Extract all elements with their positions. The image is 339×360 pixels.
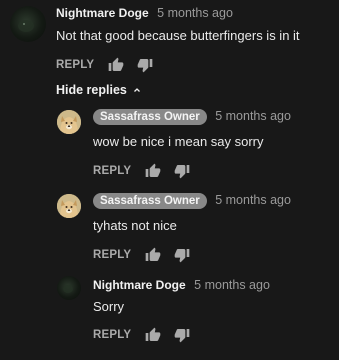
doge-avatar[interactable] <box>57 194 81 218</box>
comment-actions: REPLY <box>93 247 190 263</box>
avatar-image <box>57 194 81 218</box>
thumbs-up-icon[interactable] <box>108 57 124 73</box>
reply-comment: Sassafrass Owner 5 months ago wow be nic… <box>0 108 339 188</box>
reply-button[interactable]: REPLY <box>93 165 131 177</box>
comment-text: tyhats not nice <box>93 218 177 233</box>
author-name[interactable]: Nightmare Doge <box>56 6 149 20</box>
comment-text: Sorry <box>93 299 125 314</box>
reply-button[interactable]: REPLY <box>93 249 131 261</box>
thumbs-up-icon[interactable] <box>145 163 161 179</box>
comment-actions: REPLY <box>56 57 153 73</box>
timestamp[interactable]: 5 months ago <box>215 109 291 123</box>
timestamp[interactable]: 5 months ago <box>194 278 270 292</box>
reply-button[interactable]: REPLY <box>93 329 131 341</box>
chevron-up-icon <box>133 88 140 92</box>
author-name-chip[interactable]: Sassafrass Owner <box>93 109 207 125</box>
doge-avatar[interactable] <box>57 110 81 134</box>
comment-actions: REPLY <box>93 163 190 179</box>
thumbs-down-icon[interactable] <box>137 57 153 73</box>
hide-replies-button[interactable]: Hide replies <box>56 83 143 97</box>
dark-dog-avatar[interactable] <box>57 276 81 300</box>
thumbs-up-icon[interactable] <box>145 327 161 343</box>
comment-meta: Sassafrass Owner 5 months ago <box>93 193 291 209</box>
reply-button[interactable]: REPLY <box>56 59 94 71</box>
author-name[interactable]: Nightmare Doge <box>93 278 186 292</box>
thumbs-down-icon[interactable] <box>174 327 190 343</box>
hide-replies-label: Hide replies <box>56 83 127 97</box>
comment-actions: REPLY <box>93 327 190 343</box>
timestamp[interactable]: 5 months ago <box>215 193 291 207</box>
avatar-image <box>18 20 34 32</box>
avatar-image <box>57 110 81 134</box>
top-comment: Nightmare Doge 5 months ago Not that goo… <box>0 0 339 80</box>
avatar-image <box>63 285 73 293</box>
reply-comment: Nightmare Doge 5 months ago Sorry REPLY <box>0 274 339 354</box>
comment-text: Not that good because butterfingers is i… <box>56 28 300 43</box>
thumbs-down-icon[interactable] <box>174 247 190 263</box>
comment-meta: Sassafrass Owner 5 months ago <box>93 109 291 125</box>
timestamp[interactable]: 5 months ago <box>157 6 233 20</box>
thumbs-up-icon[interactable] <box>145 247 161 263</box>
comment-text: wow be nice i mean say sorry <box>93 134 264 149</box>
thumbs-down-icon[interactable] <box>174 163 190 179</box>
author-name-chip[interactable]: Sassafrass Owner <box>93 193 207 209</box>
comment-meta: Nightmare Doge 5 months ago <box>93 278 270 292</box>
reply-comment: Sassafrass Owner 5 months ago tyhats not… <box>0 192 339 272</box>
dark-dog-avatar[interactable] <box>10 6 46 42</box>
comment-meta: Nightmare Doge 5 months ago <box>56 6 233 20</box>
